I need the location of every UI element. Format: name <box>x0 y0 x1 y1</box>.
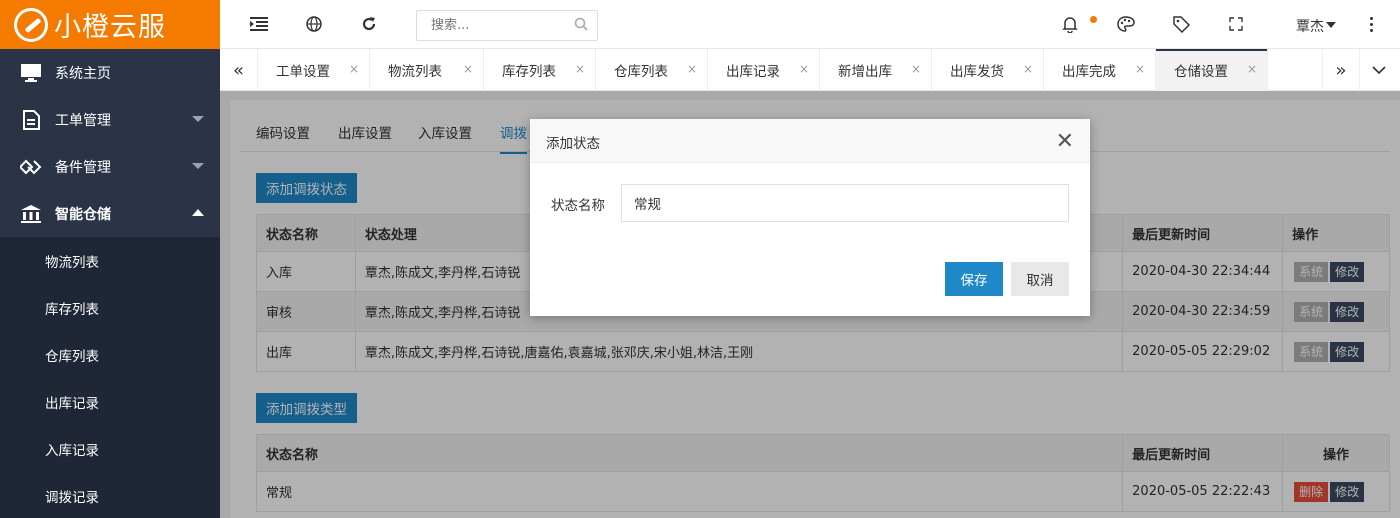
fullscreen-icon[interactable] <box>1226 14 1246 34</box>
dialog-header: 添加状态 ✕ <box>530 119 1090 163</box>
bank-icon <box>20 204 42 224</box>
close-icon[interactable]: ✕ <box>1056 129 1074 154</box>
bell-icon[interactable] <box>1060 14 1080 34</box>
sidebar-item-label: 工单管理 <box>55 112 111 129</box>
dialog-title: 添加状态 <box>546 136 600 152</box>
tabs-menu-button[interactable] <box>1360 49 1398 91</box>
submenu-item-inbound[interactable]: 入库记录 <box>0 425 220 472</box>
close-icon[interactable]: × <box>349 62 359 76</box>
tab-label: 出库完成 <box>1062 64 1116 80</box>
submenu-item-logistics[interactable]: 物流列表 <box>0 237 220 284</box>
tab-label: 仓库列表 <box>614 64 668 80</box>
logo-text: 小橙云服 <box>54 12 166 43</box>
top-header: 覃杰 <box>220 0 1400 49</box>
close-icon[interactable]: × <box>687 62 697 76</box>
search-icon[interactable] <box>574 17 588 35</box>
tab-label: 工单设置 <box>276 64 330 80</box>
sidebar-item-workorder[interactable]: 工单管理 <box>0 96 220 143</box>
document-icon <box>20 109 42 130</box>
sidebar-item-label: 备件管理 <box>55 159 111 176</box>
tab-storage-settings[interactable]: 仓储设置 × <box>1156 49 1268 91</box>
sidebar-item-label: 智能仓储 <box>55 206 111 223</box>
sidebar-item-parts[interactable]: 备件管理 <box>0 143 220 190</box>
close-icon[interactable]: × <box>799 62 809 76</box>
close-icon[interactable]: × <box>463 62 473 76</box>
logo-icon <box>14 7 48 42</box>
cancel-button[interactable]: 取消 <box>1011 262 1069 296</box>
submenu-item-outbound[interactable]: 出库记录 <box>0 378 220 425</box>
tab-label: 物流列表 <box>388 64 442 80</box>
double-left-icon: « <box>232 59 244 81</box>
close-icon[interactable]: × <box>1247 62 1257 76</box>
tab-outbound-complete[interactable]: 出库完成 × <box>1044 49 1156 91</box>
tabs-next-button[interactable]: » <box>1322 49 1360 91</box>
notification-dot <box>1090 16 1097 23</box>
tab-outbound-shipping[interactable]: 出库发货 × <box>932 49 1044 91</box>
chevron-up-icon <box>192 209 204 216</box>
tag-icon[interactable] <box>1171 14 1191 34</box>
diamond-icon <box>20 157 42 177</box>
double-right-icon: » <box>1335 59 1347 81</box>
caret-down-icon[interactable] <box>1326 22 1336 28</box>
save-button[interactable]: 保存 <box>945 262 1003 296</box>
submenu-item-warehouses[interactable]: 仓库列表 <box>0 331 220 378</box>
logo[interactable]: 小橙云服 <box>0 0 220 49</box>
close-icon[interactable]: × <box>911 62 921 76</box>
chevron-down-icon <box>192 116 204 122</box>
menu-toggle-icon[interactable] <box>249 14 269 34</box>
sidebar-item-home[interactable]: 系统主页 <box>0 49 220 96</box>
tab-label: 出库发货 <box>950 64 1004 80</box>
tab-outbound-records[interactable]: 出库记录 × <box>708 49 820 91</box>
status-name-label: 状态名称 <box>551 198 605 214</box>
close-icon[interactable]: × <box>1023 62 1033 76</box>
sidebar: 小橙云服 系统主页 工单管理 备件管理 智能仓储 物流列表 库存列表 仓库列表 … <box>0 0 220 518</box>
submenu-item-inventory[interactable]: 库存列表 <box>0 284 220 331</box>
tab-warehouses[interactable]: 仓库列表 × <box>596 49 708 91</box>
more-vertical-icon[interactable] <box>1370 17 1374 35</box>
status-name-input[interactable] <box>621 184 1069 222</box>
close-icon[interactable]: × <box>575 62 585 76</box>
page-tabs: « 工单设置 × 物流列表 × 库存列表 × 仓库列表 × 出库记录 × 新增出库 × 出库… <box>220 49 1400 91</box>
user-name[interactable]: 覃杰 <box>1296 16 1324 36</box>
submenu-item-transfer[interactable]: 调拨记录 <box>0 472 220 518</box>
chevron-down-icon <box>1372 66 1386 74</box>
add-status-dialog: 添加状态 ✕ 状态名称 保存 取消 <box>530 119 1090 316</box>
close-icon[interactable]: × <box>1135 62 1145 76</box>
tab-label: 新增出库 <box>838 64 892 80</box>
chevron-down-icon <box>192 163 204 169</box>
refresh-icon[interactable] <box>359 14 379 34</box>
tab-inventory[interactable]: 库存列表 × <box>484 49 596 91</box>
monitor-icon <box>20 63 42 83</box>
tab-workorder-settings[interactable]: 工单设置 × <box>258 49 370 91</box>
tab-label: 仓储设置 <box>1174 64 1228 80</box>
tab-new-outbound[interactable]: 新增出库 × <box>820 49 932 91</box>
tab-label: 库存列表 <box>502 64 556 80</box>
sidebar-submenu: 物流列表 库存列表 仓库列表 出库记录 入库记录 调拨记录 <box>0 237 220 518</box>
search-input[interactable] <box>416 10 598 41</box>
palette-icon[interactable] <box>1116 14 1136 34</box>
tab-label: 出库记录 <box>726 64 780 80</box>
tab-logistics[interactable]: 物流列表 × <box>370 49 484 91</box>
sidebar-item-label: 系统主页 <box>55 65 111 82</box>
tabs-prev-button[interactable]: « <box>220 49 258 91</box>
globe-icon[interactable] <box>304 14 324 34</box>
sidebar-item-storage[interactable]: 智能仓储 <box>0 190 220 237</box>
